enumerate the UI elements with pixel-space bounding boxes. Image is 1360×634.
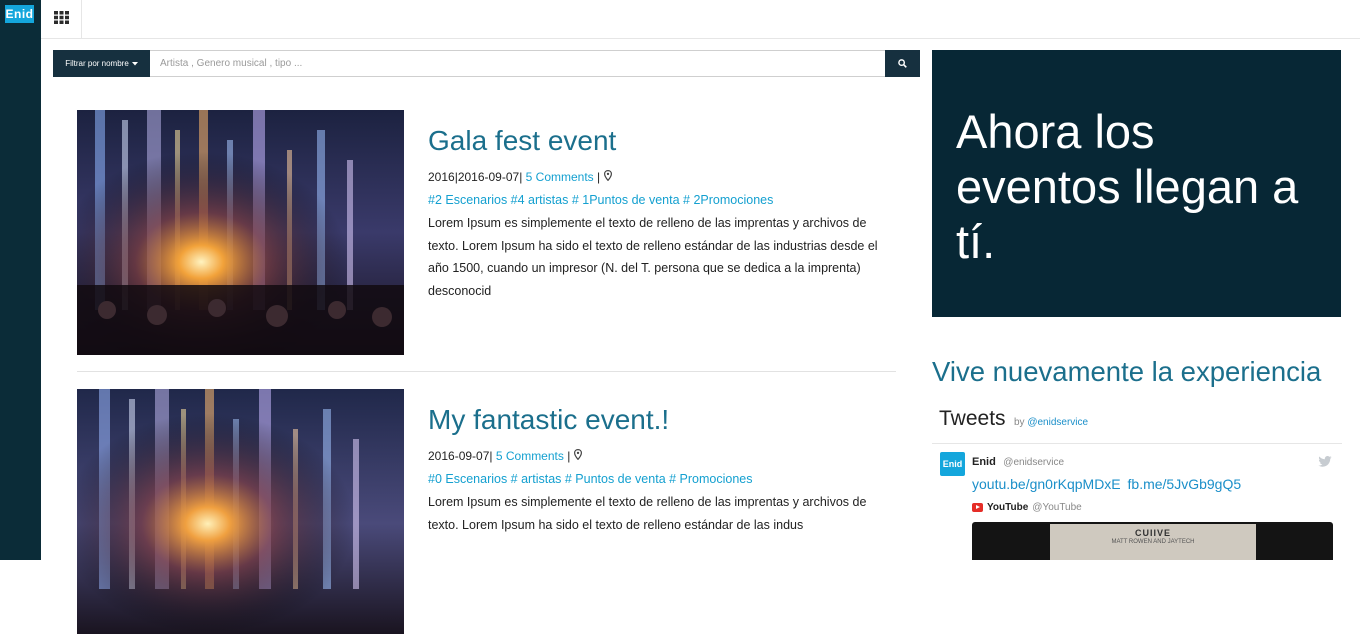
tweet-card-source: YouTube @YouTube [972,502,1342,513]
tweet-author-handle[interactable]: @enidservice [1003,457,1064,468]
card-media-thumbnail: CUIIVE MATT ROWEN AND JAYTECH [1050,524,1256,560]
event-title[interactable]: My fantastic event.! [428,404,896,436]
event-title[interactable]: Gala fest event [428,125,896,157]
apps-menu-button[interactable] [41,0,82,39]
event-meta: 2016|2016-09-07| 5 Comments | [428,169,896,185]
event-image[interactable] [77,389,404,634]
tweet: Enid Enid @enidservice youtu.be/gn0rKqpM… [932,444,1342,560]
event-body: My fantastic event.! 2016-09-07| 5 Comme… [428,389,896,536]
event-description: Lorem Ipsum es simplemente el texto de r… [428,495,867,532]
event-comments-link[interactable]: 5 Comments [526,170,594,184]
grid-icon [53,10,69,29]
tweet-links: youtu.be/gn0rKqpMDxE fb.me/5JvGb9gQ5 [972,476,1342,492]
tweets-header: Tweets by @enidservice [932,398,1342,444]
event-card: My fantastic event.! 2016-09-07| 5 Comme… [77,389,896,634]
top-bar [41,0,1360,39]
event-tags[interactable]: #2 Escenarios #4 artistas # 1Puntos de v… [428,192,896,208]
event-comments-link[interactable]: 5 Comments [496,449,564,463]
promo-banner: Ahora los eventos llegan a tí. [932,50,1341,317]
event-meta: 2016-09-07| 5 Comments | [428,448,896,464]
relive-heading: Vive nuevamente la experiencia [932,356,1322,387]
tweets-widget: Tweets by @enidservice Enid Enid @enidse… [932,398,1342,560]
tweet-author[interactable]: Enid [972,456,996,468]
tweets-by-label: by [1013,417,1025,428]
search-bar: Filtrar por nombre [53,50,920,77]
twitter-bird-icon[interactable] [1318,454,1332,472]
map-marker-icon[interactable] [603,169,612,184]
event-date: 2016|2016-09-07| [428,170,523,184]
filter-dropdown-button[interactable]: Filtrar por nombre [53,50,150,77]
tweet-link-facebook[interactable]: fb.me/5JvGb9gQ5 [1128,476,1242,492]
event-tags[interactable]: #0 Escenarios # artistas # Puntos de ven… [428,471,896,487]
card-paper-title: CUIIVE [1134,528,1171,538]
tweet-card-media[interactable]: CUIIVE MATT ROWEN AND JAYTECH [972,522,1333,560]
caret-down-icon [131,59,138,68]
tweet-link-youtube[interactable]: youtu.be/gn0rKqpMDxE [972,476,1121,492]
youtube-icon [972,503,983,512]
search-button[interactable] [885,50,920,77]
avatar[interactable]: Enid [940,452,965,476]
promo-text: Ahora los eventos llegan a tí. [956,105,1299,268]
tweets-title: Tweets [939,407,1006,430]
event-card: Gala fest event 2016|2016-09-07| 5 Comme… [77,110,896,372]
card-source-name[interactable]: YouTube [987,502,1028,513]
event-image[interactable] [77,110,404,355]
search-icon [898,55,907,73]
filter-label: Filtrar por nombre [65,59,129,68]
map-marker-icon[interactable] [573,448,582,463]
event-description: Lorem Ipsum es simplemente el texto de r… [428,216,878,298]
event-date: 2016-09-07| [428,449,493,463]
meta-separator: | [567,449,571,463]
search-input[interactable] [150,50,885,77]
meta-separator: | [597,170,601,184]
card-source-handle[interactable]: @YouTube [1032,502,1081,513]
card-paper-subtitle: MATT ROWEN AND JAYTECH [1111,539,1195,545]
tweets-by: by @enidservice [1014,417,1088,428]
event-body: Gala fest event 2016|2016-09-07| 5 Comme… [428,110,896,302]
enid-logo[interactable]: Enid [5,5,34,23]
left-sidebar: Enid [0,0,41,560]
tweets-by-handle-link[interactable]: @enidservice [1027,417,1088,428]
tweet-author-line: Enid @enidservice [972,452,1342,470]
